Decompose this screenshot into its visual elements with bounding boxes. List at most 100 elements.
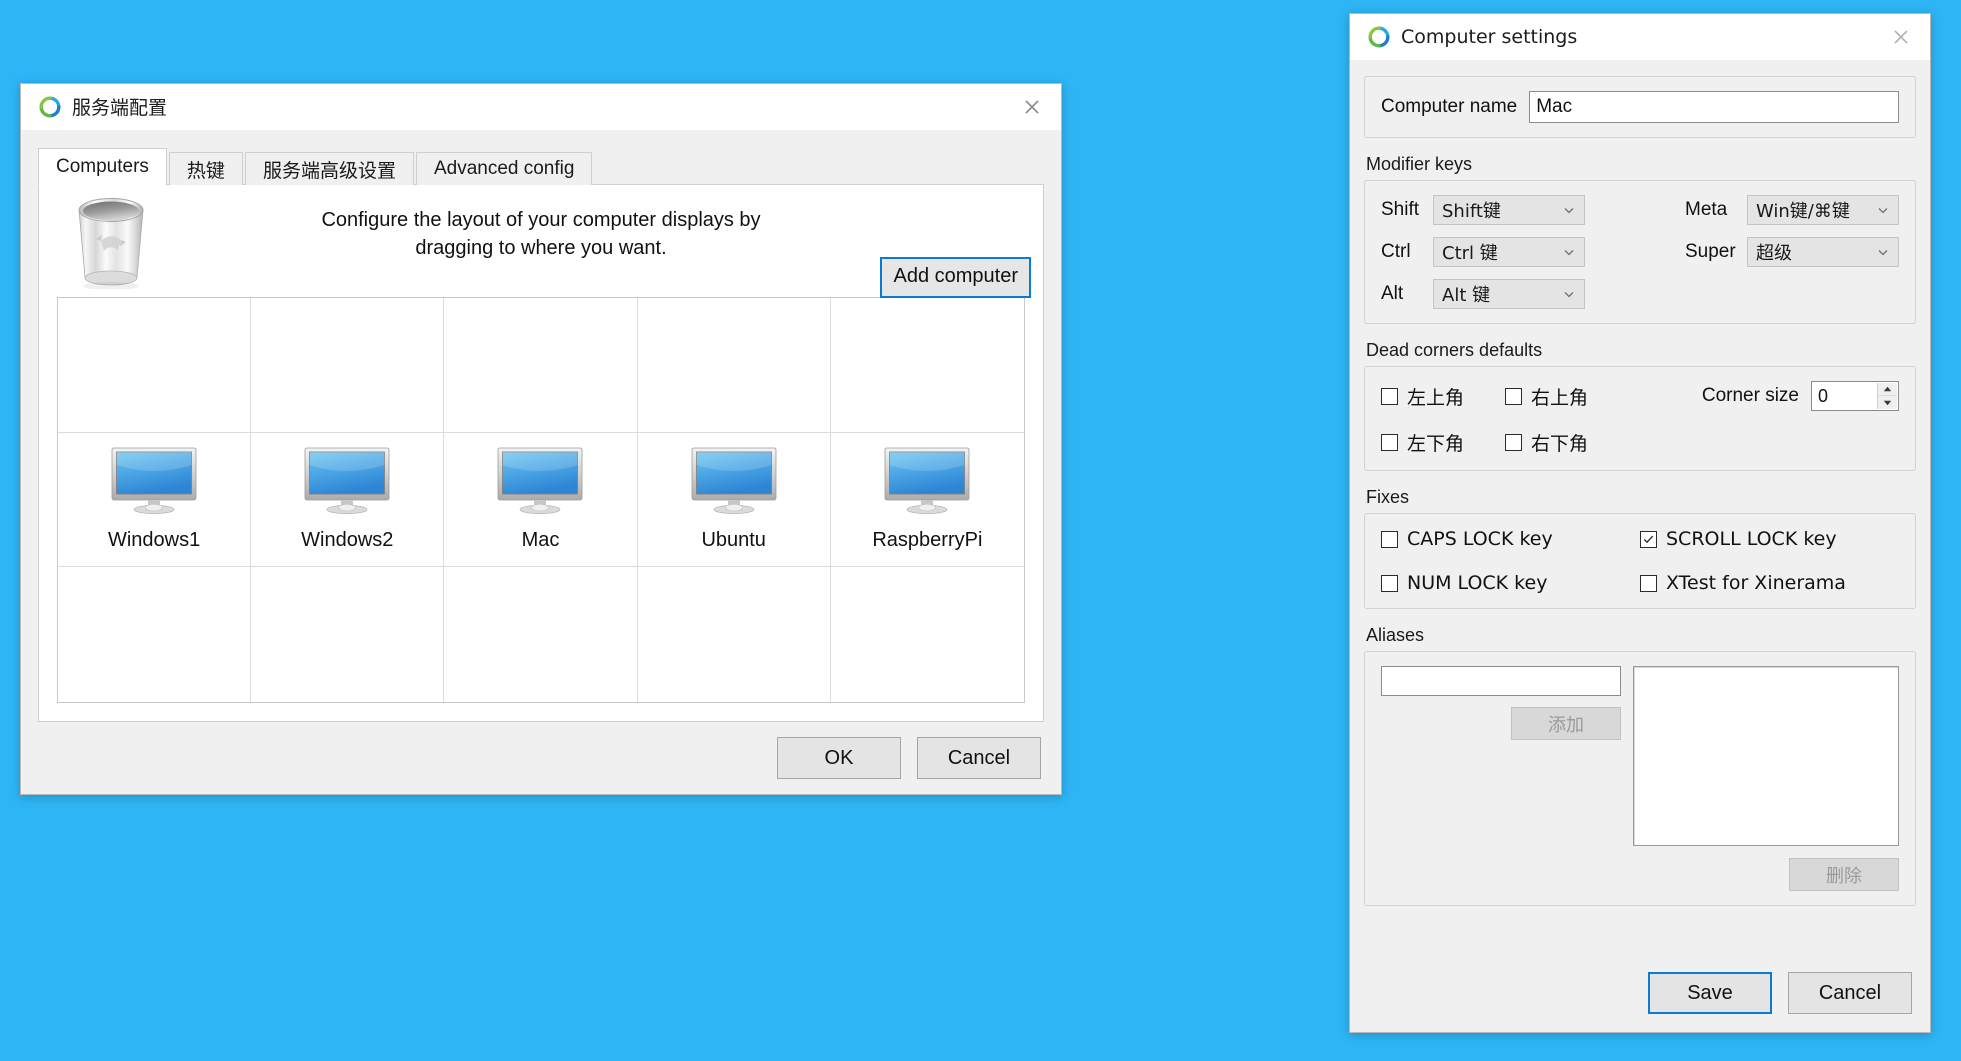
computer-settings-title: Computer settings xyxy=(1401,26,1577,48)
computer-cell-windows2[interactable]: Windows2 xyxy=(251,433,444,568)
checkbox-label: 左上角 xyxy=(1407,383,1464,410)
aliases-left-column: 添加 xyxy=(1381,666,1621,846)
checkbox-bottom-right-corner[interactable]: 右下角 xyxy=(1505,429,1645,456)
grid-cell-r3c4[interactable] xyxy=(638,567,831,702)
server-config-title: 服务端配置 xyxy=(72,93,167,120)
shift-label: Shift xyxy=(1381,199,1433,221)
cancel-button[interactable]: Cancel xyxy=(1788,972,1912,1014)
chevron-down-icon xyxy=(1562,203,1576,217)
stepper-down-button[interactable] xyxy=(1878,396,1897,409)
computer-layout-grid[interactable]: Windows1 xyxy=(57,297,1025,703)
computers-tab-header: Configure the layout of your computer di… xyxy=(39,185,1043,297)
computer-cell-raspberrypi[interactable]: RaspberryPi xyxy=(831,433,1024,568)
grid-cell-r3c1[interactable] xyxy=(58,567,251,702)
checkbox-box xyxy=(1381,388,1398,405)
grid-cell-r1c1[interactable] xyxy=(58,298,251,433)
computer-cell-windows1[interactable]: Windows1 xyxy=(58,433,251,568)
checkbox-box xyxy=(1505,434,1522,451)
checkbox-caps-lock-key[interactable]: CAPS LOCK key xyxy=(1381,528,1640,550)
super-select[interactable]: 超级 xyxy=(1747,237,1899,267)
ok-button[interactable]: OK xyxy=(777,737,901,779)
close-icon[interactable] xyxy=(1886,22,1916,52)
spinner-ring-icon xyxy=(1368,26,1390,48)
checkbox-box xyxy=(1381,434,1398,451)
alt-select[interactable]: Alt 键 xyxy=(1433,279,1585,309)
checkbox-box xyxy=(1505,388,1522,405)
grid-cell-r1c2[interactable] xyxy=(251,298,444,433)
cancel-button[interactable]: Cancel xyxy=(917,737,1041,779)
tab-server-advanced[interactable]: 服务端高级设置 xyxy=(245,152,414,185)
alias-list[interactable] xyxy=(1633,666,1899,846)
shift-select[interactable]: Shift键 xyxy=(1433,195,1585,225)
computers-tab-page: Configure the layout of your computer di… xyxy=(38,184,1044,722)
computer-settings-body: Computer name Mac Modifier keys Shift Sh… xyxy=(1350,60,1930,954)
tab-advanced-config[interactable]: Advanced config xyxy=(416,152,593,185)
computer-label: Ubuntu xyxy=(701,529,766,552)
grid-cell-r1c4[interactable] xyxy=(638,298,831,433)
alias-add-row: 添加 xyxy=(1381,707,1621,740)
fixes-grid: CAPS LOCK key SCROLL LOCK key NUM LOCK k… xyxy=(1381,528,1899,594)
checkbox-box xyxy=(1640,531,1657,548)
checkbox-top-left-corner[interactable]: 左上角 xyxy=(1381,383,1505,410)
tabstrip: Computers 热键 服务端高级设置 Advanced config xyxy=(38,147,1044,185)
desktop-background: 服务端配置 Computers 热键 服务端高级设置 xyxy=(0,0,1961,1061)
computer-cell-ubuntu[interactable]: Ubuntu xyxy=(638,433,831,568)
tab-hotkeys-label: 热键 xyxy=(187,156,225,183)
dead-corners-group-label: Dead corners defaults xyxy=(1366,340,1916,361)
computer-name-group: Computer name Mac xyxy=(1364,76,1916,138)
tab-hotkeys[interactable]: 热键 xyxy=(169,152,243,185)
save-button[interactable]: Save xyxy=(1648,972,1772,1014)
computer-name-row: Computer name Mac xyxy=(1381,91,1899,123)
meta-select-value: Win键/⌘键 xyxy=(1756,197,1876,223)
aliases-group-label: Aliases xyxy=(1366,625,1916,646)
monitor-icon xyxy=(303,447,391,515)
ctrl-select[interactable]: Ctrl 键 xyxy=(1433,237,1585,267)
tab-computers[interactable]: Computers xyxy=(38,148,167,186)
aliases-area: 添加 xyxy=(1381,666,1899,846)
monitor-icon xyxy=(690,447,778,515)
checkbox-box xyxy=(1640,575,1657,592)
dead-corners-grid: 左上角 右上角 Corner size 0 xyxy=(1381,381,1899,456)
corner-size-stepper[interactable]: 0 xyxy=(1811,381,1899,411)
meta-select[interactable]: Win键/⌘键 xyxy=(1747,195,1899,225)
checkbox-xtest-for-xinerama[interactable]: XTest for Xinerama xyxy=(1640,572,1899,594)
grid-cell-r3c5[interactable] xyxy=(831,567,1024,702)
alias-delete-button[interactable]: 删除 xyxy=(1789,858,1899,891)
grid-cell-r1c3[interactable] xyxy=(444,298,637,433)
checkbox-top-right-corner[interactable]: 右上角 xyxy=(1505,383,1645,410)
stepper-buttons xyxy=(1877,383,1897,409)
checkbox-label: CAPS LOCK key xyxy=(1407,528,1553,550)
checkbox-scroll-lock-key[interactable]: SCROLL LOCK key xyxy=(1640,528,1899,550)
grid-cell-r3c2[interactable] xyxy=(251,567,444,702)
fixes-group: CAPS LOCK key SCROLL LOCK key NUM LOCK k… xyxy=(1364,513,1916,609)
tab-computers-label: Computers xyxy=(56,156,149,178)
checkbox-label: 右下角 xyxy=(1531,429,1588,456)
server-config-window: 服务端配置 Computers 热键 服务端高级设置 xyxy=(20,83,1062,795)
layout-hint: Configure the layout of your computer di… xyxy=(39,207,1043,262)
computer-label: Windows1 xyxy=(108,529,200,552)
checkbox-num-lock-key[interactable]: NUM LOCK key xyxy=(1381,572,1640,594)
stepper-up-button[interactable] xyxy=(1878,383,1897,396)
computer-cell-mac[interactable]: Mac xyxy=(444,433,637,568)
grid-cell-r1c5[interactable] xyxy=(831,298,1024,433)
checkbox-label: NUM LOCK key xyxy=(1407,572,1547,594)
alias-add-button[interactable]: 添加 xyxy=(1511,707,1621,740)
computer-label: Windows2 xyxy=(301,529,393,552)
checkbox-label: 左下角 xyxy=(1407,429,1464,456)
checkbox-box xyxy=(1381,575,1398,592)
alt-label: Alt xyxy=(1381,283,1433,305)
modifier-keys-grid: Shift Shift键 Meta Win键/⌘键 Ctrl Ctrl 键 xyxy=(1381,195,1899,309)
checkbox-bottom-left-corner[interactable]: 左下角 xyxy=(1381,429,1505,456)
add-computer-button[interactable]: Add computer xyxy=(880,257,1031,298)
grid-cell-r3c3[interactable] xyxy=(444,567,637,702)
close-icon[interactable] xyxy=(1017,92,1047,122)
alias-input[interactable] xyxy=(1381,666,1621,696)
monitor-icon xyxy=(883,447,971,515)
trash-can-icon[interactable] xyxy=(65,193,157,289)
corner-size-label: Corner size xyxy=(1702,385,1799,407)
computer-name-input[interactable]: Mac xyxy=(1529,91,1899,123)
checkbox-label: XTest for Xinerama xyxy=(1666,572,1846,594)
fixes-group-label: Fixes xyxy=(1366,487,1916,508)
corner-size-row: Corner size 0 xyxy=(1645,381,1899,411)
layout-hint-line1: Configure the layout of your computer di… xyxy=(39,207,1043,235)
